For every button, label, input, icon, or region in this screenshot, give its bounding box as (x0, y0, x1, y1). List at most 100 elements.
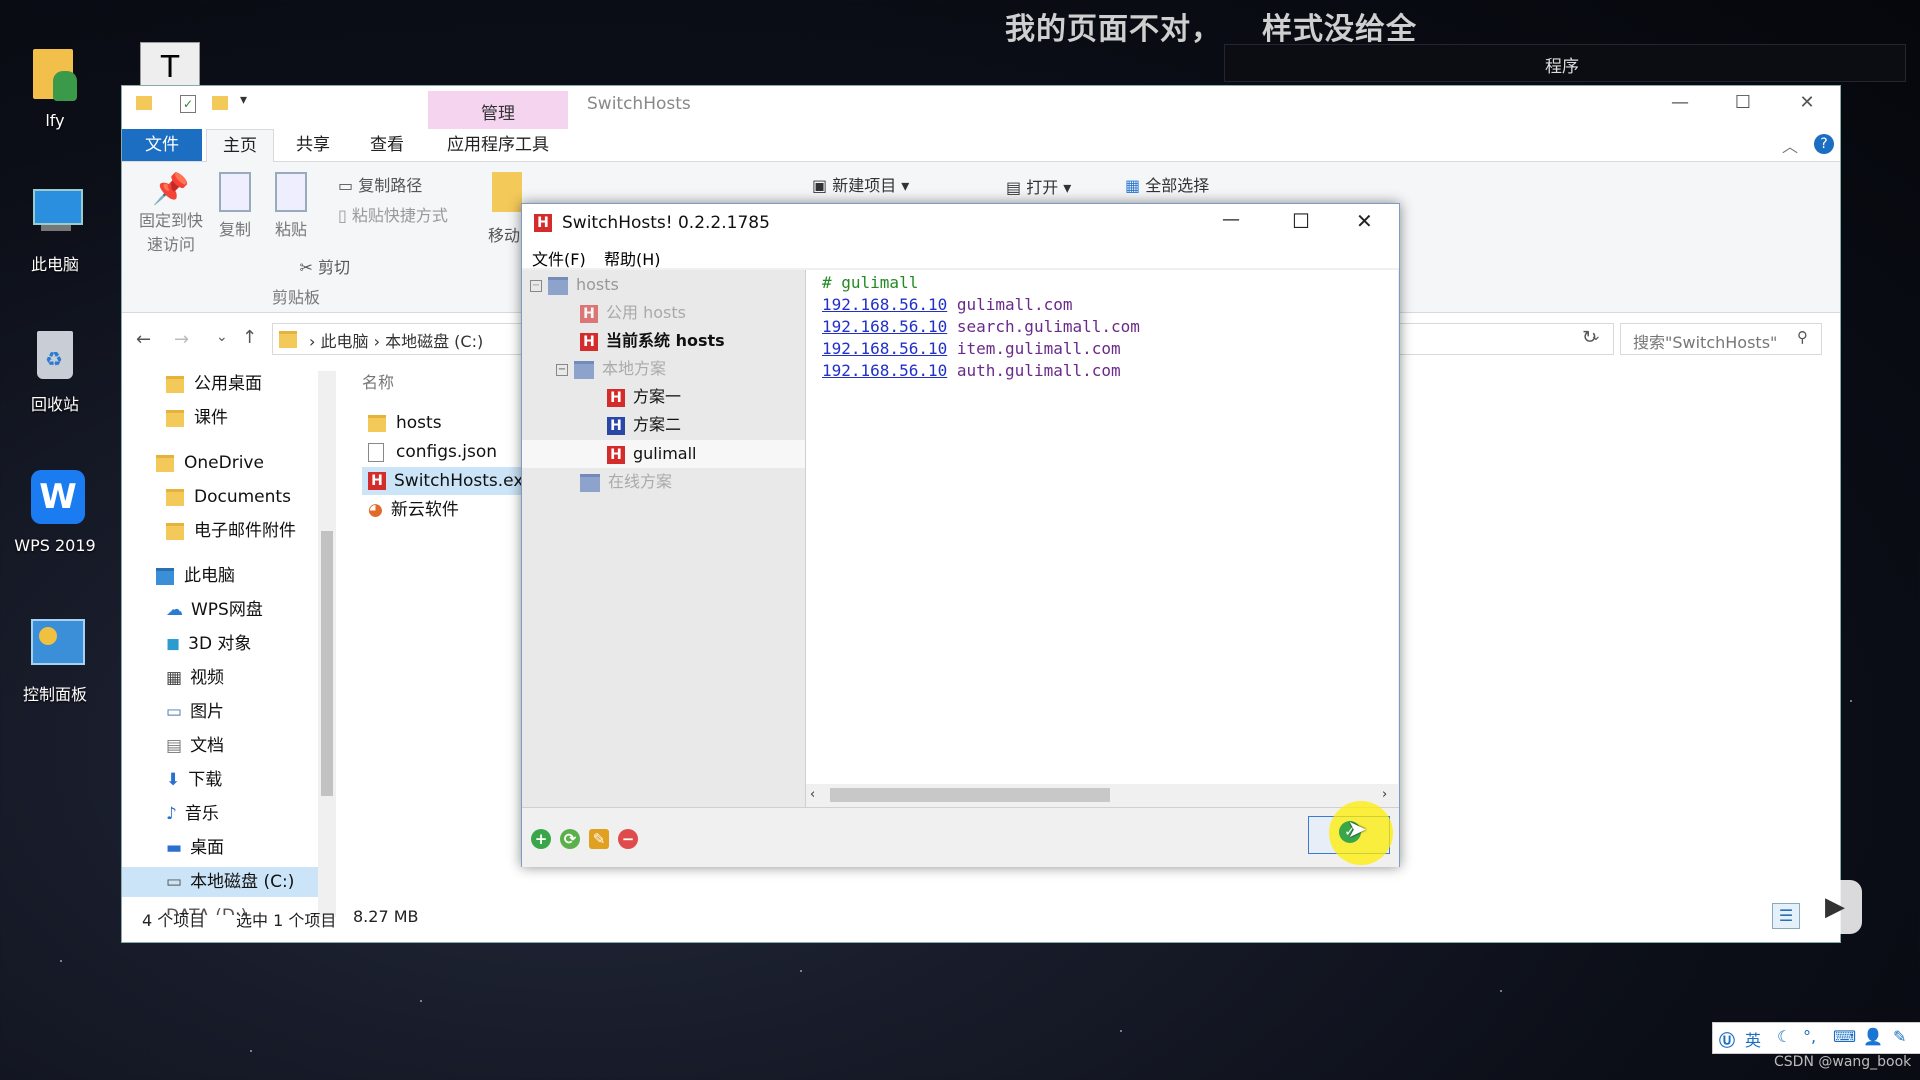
edit-icon[interactable]: ✎ (589, 829, 609, 849)
search-input[interactable]: 搜索"SwitchHosts" ⚲ (1620, 323, 1822, 355)
nav-item-selected[interactable]: ▭ 本地磁盘 (C:) (122, 867, 322, 897)
manage-context-tab[interactable]: 管理 (428, 91, 568, 129)
new-item-icon: ▣ (812, 176, 833, 195)
new-item-button[interactable]: ▣ 新建项目 ▾ (812, 172, 909, 196)
desktop-icon-user[interactable]: lfy (0, 45, 110, 130)
desktop-icon-control-panel[interactable]: 控制面板 (0, 615, 110, 705)
moon-icon[interactable]: ☾ (1777, 1027, 1791, 1046)
desktop-icon: ▬ (166, 838, 183, 858)
apply-button[interactable]: ✓ ➤ (1308, 801, 1393, 865)
qat-dropdown-icon[interactable]: ▾ (240, 92, 247, 108)
punctuation-icon[interactable]: °, (1803, 1027, 1816, 1046)
hosts-editor[interactable]: # gulimall 192.168.56.10 gulimall.com 19… (806, 270, 1398, 784)
open-button[interactable]: ▤ 打开 ▾ (1006, 174, 1071, 198)
minimize-button[interactable]: — (1650, 86, 1710, 120)
caption-part1: 我的页面不对， (1005, 12, 1222, 47)
paste-shortcut-button[interactable]: ▯ 粘贴快捷方式 (338, 202, 448, 226)
paste-button[interactable]: 粘贴 (266, 172, 316, 240)
new-folder-icon[interactable] (212, 96, 228, 110)
refresh-icon[interactable]: ⟳ (560, 829, 580, 849)
pin-button[interactable]: 📌 固定到快 速访问 (136, 172, 206, 255)
scrollbar-thumb[interactable] (830, 788, 1110, 802)
copy-path-button[interactable]: ▭ 复制路径 (338, 172, 422, 196)
menu-help[interactable]: 帮助(H) (604, 246, 661, 270)
settings-icon[interactable]: ✎ (1893, 1027, 1906, 1046)
tree-label: 在线方案 (608, 472, 673, 491)
recycle-bin-icon: ♻ (27, 325, 83, 385)
close-button[interactable]: ✕ (1777, 86, 1837, 120)
add-icon[interactable]: + (531, 829, 551, 849)
collapse-ribbon-icon[interactable]: ︿ (1782, 133, 1798, 157)
nav-label: 3D 对象 (188, 634, 252, 654)
tree-item-scheme-1[interactable]: H 方案一 (607, 384, 681, 410)
copy-button[interactable]: 复制 (210, 172, 260, 240)
tree-root[interactable]: − hosts (530, 272, 619, 298)
properties-icon[interactable]: ✓ (180, 95, 196, 113)
watermark: CSDN @wang_book (1774, 1054, 1912, 1070)
tree-item-current-hosts[interactable]: H 当前系统 hosts (580, 328, 725, 354)
document-icon: ▤ (166, 736, 183, 756)
desktop-icon-recycle-bin[interactable]: ♻ 回收站 (0, 325, 110, 415)
file-name: hosts (396, 413, 442, 433)
folder-icon (136, 96, 152, 110)
nav-label: 此电脑 (184, 566, 235, 586)
breadcrumb-drive[interactable]: 本地磁盘 (C:) (385, 332, 483, 351)
ip-address: 192.168.56.10 (822, 339, 948, 358)
select-all-button[interactable]: ▦ 全部选择 (1125, 172, 1209, 196)
cut-button[interactable]: ✂ 剪切 (270, 254, 350, 278)
desktop-icon-wps[interactable]: W WPS 2019 (0, 470, 110, 555)
details-view-icon[interactable]: ☰ (1772, 903, 1800, 929)
play-icon[interactable]: ▶ (1808, 880, 1862, 934)
scroll-right-icon[interactable]: › (1382, 787, 1387, 802)
tree-item-online[interactable]: 在线方案 (580, 469, 672, 495)
up-icon[interactable]: ↑ (242, 327, 257, 348)
breadcrumb-pc[interactable]: 此电脑 (320, 332, 368, 351)
desktop-label: 控制面板 (22, 685, 87, 704)
desktop-icon-this-pc[interactable]: 此电脑 (0, 185, 110, 275)
menu-file[interactable]: 文件(F) (532, 246, 586, 270)
tree-item-public-hosts[interactable]: H 公用 hosts (580, 300, 686, 326)
tab-file[interactable]: 文件 (122, 129, 202, 161)
editor-horizontal-scrollbar[interactable]: ‹ › (806, 784, 1398, 806)
tab-share[interactable]: 共享 (280, 129, 346, 161)
forward-icon[interactable]: → (174, 329, 189, 350)
close-button[interactable]: ✕ (1356, 209, 1373, 233)
recent-dropdown-icon[interactable]: ⌄ (216, 329, 228, 345)
code-line: 192.168.56.10 item.gulimall.com (822, 338, 1121, 360)
maximize-button[interactable]: ☐ (1292, 209, 1310, 233)
ime-language[interactable]: 英 (1745, 1027, 1761, 1051)
tab-view[interactable]: 查看 (354, 129, 420, 161)
maximize-button[interactable]: ☐ (1713, 86, 1773, 120)
move-to-button[interactable]: 移动 (488, 222, 520, 246)
back-icon[interactable]: ← (136, 329, 151, 350)
ip-address: 192.168.56.10 (822, 295, 948, 314)
refresh-icon[interactable]: ↻ (1582, 327, 1597, 348)
tree-item-local[interactable]: − 本地方案 (556, 356, 666, 382)
new-item-label: 新建项目 (832, 176, 897, 195)
column-header-name[interactable]: 名称 (362, 369, 394, 393)
search-icon: ⚲ (1797, 328, 1808, 346)
cloud-icon: ☁ (166, 600, 183, 620)
help-icon[interactable]: ? (1814, 134, 1834, 154)
tab-home[interactable]: 主页 (206, 129, 274, 162)
collapse-icon[interactable]: − (556, 363, 568, 376)
user-icon[interactable]: 👤 (1863, 1027, 1883, 1046)
input-method-icon[interactable]: Ⓤ (1719, 1027, 1735, 1051)
keyboard-icon[interactable]: ⌨ (1833, 1027, 1856, 1046)
code-line: 192.168.56.10 auth.gulimall.com (822, 360, 1121, 382)
video-icon: ▦ (166, 668, 183, 688)
tree-item-scheme-2[interactable]: H 方案二 (607, 412, 681, 438)
scrollbar-thumb[interactable] (321, 531, 333, 796)
nav-scrollbar[interactable] (318, 371, 336, 917)
minimize-button[interactable]: — (1222, 209, 1240, 230)
collapse-icon[interactable]: − (530, 279, 542, 292)
scroll-left-icon[interactable]: ‹ (810, 787, 815, 802)
hostname: gulimall.com (956, 295, 1073, 314)
code-line: 192.168.56.10 search.gulimall.com (822, 316, 1140, 338)
tree-item-gulimall[interactable]: Hgulimall (607, 441, 696, 467)
caption-part2: 样式没给全 (1262, 12, 1417, 47)
paste-shortcut-icon: ▯ (338, 206, 352, 225)
delete-icon[interactable]: − (618, 829, 638, 849)
tab-app-tools[interactable]: 应用程序工具 (428, 129, 568, 161)
select-all-label: 全部选择 (1145, 176, 1210, 195)
